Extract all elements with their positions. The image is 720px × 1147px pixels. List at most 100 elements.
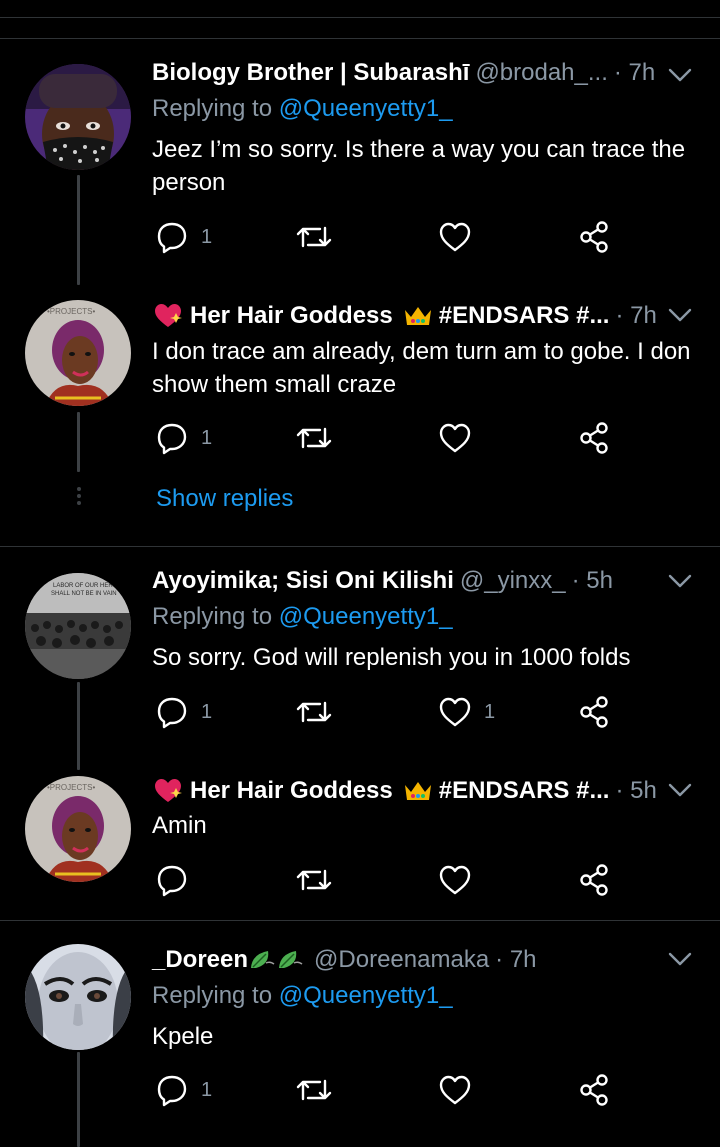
retweet-button[interactable] [295, 862, 345, 898]
reply-icon [157, 423, 187, 455]
retweet-icon [296, 1079, 332, 1101]
timestamp[interactable]: · 7h [495, 944, 536, 976]
like-button[interactable] [438, 1072, 484, 1108]
reply-button[interactable]: 1 [155, 1072, 212, 1108]
reply-button[interactable] [155, 862, 201, 898]
section-divider [0, 38, 720, 39]
chevron-down-icon[interactable] [667, 305, 693, 325]
heart-icon [439, 423, 471, 453]
retweet-icon [296, 869, 332, 891]
woman-selfie-avatar[interactable]: •PROJECTS• [25, 776, 131, 882]
reply-count: 1 [201, 700, 213, 723]
reply-button[interactable]: 1 [155, 420, 212, 456]
crowd-protest-avatar[interactable]: LABOR OF OUR HEROES SHALL NOT BE IN VAIN [25, 573, 131, 679]
tweet-header: Her Hair Goddess #ENDSARS #... · 5h [152, 775, 657, 807]
thread-line [77, 682, 80, 770]
share-button[interactable] [579, 219, 611, 255]
mention-link[interactable]: @Queenyetty1_ [279, 95, 453, 122]
display-name[interactable]: Her Hair Goddess [190, 300, 393, 332]
heart-icon [439, 1075, 471, 1105]
share-icon [580, 864, 608, 896]
reply-icon [157, 222, 187, 254]
replying-label: Replying to [152, 603, 279, 630]
tweet-actions: 1 [155, 1072, 625, 1108]
display-name[interactable]: Her Hair Goddess [190, 775, 393, 807]
heart-icon [155, 304, 182, 327]
tweet-header: Her Hair Goddess #ENDSARS #... · 7h [152, 300, 657, 332]
user-handle[interactable]: @brodah_... [475, 57, 607, 89]
share-button[interactable] [579, 694, 611, 730]
tweet-text: So sorry. God will replenish you in 1000… [152, 644, 631, 671]
like-count: 1 [484, 700, 496, 723]
replying-to: Replying to @Queenyetty1_ [152, 95, 453, 123]
reply-icon [157, 1075, 187, 1107]
share-button[interactable] [579, 420, 611, 456]
retweet-icon [296, 226, 332, 248]
chevron-down-icon[interactable] [667, 949, 693, 969]
user-handle[interactable]: @_yinxx_ [460, 565, 566, 597]
reply-icon [157, 697, 187, 729]
timestamp[interactable]: · 7h [614, 57, 655, 89]
tweet-header: Biology Brother | Subarashī @brodah_... … [152, 57, 655, 89]
show-replies-link[interactable]: Show replies [156, 485, 293, 513]
retweet-button[interactable] [295, 1072, 345, 1108]
display-name-hashtags[interactable]: #ENDSARS #... [439, 300, 610, 332]
section-divider [0, 546, 720, 547]
share-icon [580, 422, 608, 454]
tweet-actions: 1 [155, 219, 625, 255]
retweet-icon [296, 427, 332, 449]
timestamp[interactable]: · 5h [615, 775, 656, 807]
crown-icon [404, 307, 431, 325]
retweet-icon [296, 701, 332, 723]
reply-count: 1 [201, 225, 213, 248]
like-button[interactable]: 1 [438, 694, 495, 730]
masked-man-avatar[interactable] [25, 64, 131, 170]
replying-label: Replying to [152, 982, 279, 1009]
replying-to: Replying to @Queenyetty1_ [152, 603, 453, 631]
user-handle[interactable]: @Doreenamaka [314, 944, 489, 976]
display-name[interactable]: Ayoyimika; Sisi Oni Kilishi [152, 565, 454, 597]
retweet-button[interactable] [295, 219, 345, 255]
mention-link[interactable]: @Queenyetty1_ [279, 603, 453, 630]
top-divider [0, 17, 720, 18]
reply-button[interactable]: 1 [155, 694, 212, 730]
mention-link[interactable]: @Queenyetty1_ [279, 982, 453, 1009]
like-button[interactable] [438, 219, 484, 255]
display-name[interactable]: _Doreen [152, 944, 248, 976]
section-divider [0, 920, 720, 921]
svg-text:•PROJECTS•: •PROJECTS• [47, 783, 95, 792]
retweet-button[interactable] [295, 694, 345, 730]
display-name-hashtags[interactable]: #ENDSARS #... [439, 775, 610, 807]
crown-icon [404, 782, 431, 800]
svg-text:SHALL NOT BE IN VAIN: SHALL NOT BE IN VAIN [51, 591, 117, 597]
retweet-button[interactable] [295, 420, 345, 456]
thread-dots [76, 487, 82, 508]
timestamp[interactable]: · 5h [572, 565, 613, 597]
leaves-icon [279, 951, 303, 968]
heart-icon [439, 697, 471, 727]
tweet-text: Jeez I’m so sorry. Is there a way you ca… [152, 136, 686, 196]
tweet-header: _Doreen @Doreenamaka · 7h [152, 944, 537, 976]
chevron-down-icon[interactable] [667, 65, 693, 85]
share-button[interactable] [579, 1072, 611, 1108]
heart-icon [155, 779, 182, 802]
thread-line [77, 175, 80, 285]
share-icon [580, 1074, 608, 1106]
tweet-text: Kpele [152, 1023, 214, 1050]
share-button[interactable] [579, 862, 611, 898]
svg-text:•PROJECTS•: •PROJECTS• [47, 307, 95, 316]
like-button[interactable] [438, 420, 484, 456]
reply-button[interactable]: 1 [155, 219, 212, 255]
chevron-down-icon[interactable] [667, 780, 693, 800]
face-art-avatar[interactable] [25, 944, 131, 1050]
reply-icon [157, 865, 187, 897]
svg-text:LABOR OF OUR HEROES: LABOR OF OUR HEROES [53, 583, 125, 589]
like-button[interactable] [438, 862, 484, 898]
display-name[interactable]: Biology Brother | Subarashī [152, 57, 469, 89]
timestamp[interactable]: · 7h [615, 300, 656, 332]
chevron-down-icon[interactable] [667, 571, 693, 591]
replying-to: Replying to @Queenyetty1_ [152, 982, 453, 1010]
woman-selfie-avatar[interactable]: •PROJECTS• [25, 300, 131, 406]
thread-line [77, 412, 80, 472]
thread-line [77, 1052, 80, 1147]
